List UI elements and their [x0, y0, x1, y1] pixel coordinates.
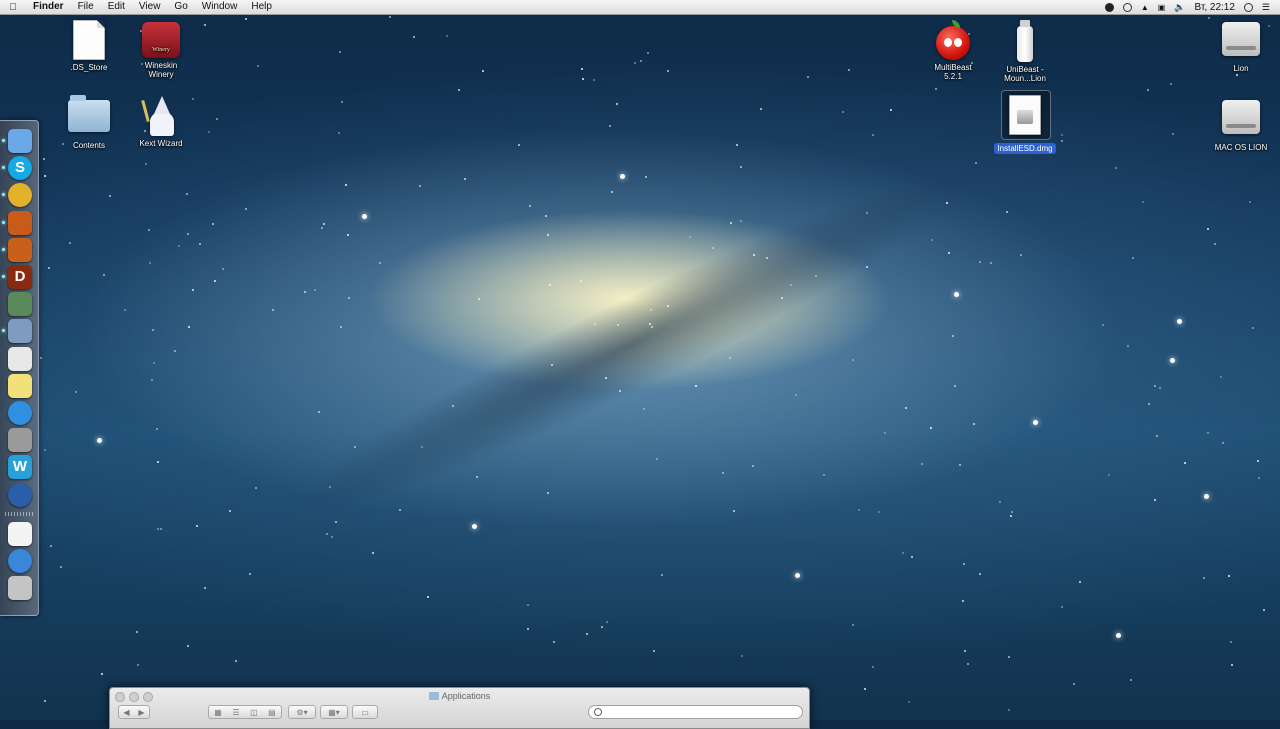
list-view-icon[interactable]: ☰: [232, 708, 239, 717]
window-title-text: Applications: [441, 691, 491, 701]
gear-icon: ⚙▾: [296, 707, 308, 717]
forward-icon[interactable]: ▶: [138, 708, 144, 717]
running-indicator: [2, 275, 5, 278]
dock-separator: [5, 511, 33, 516]
dock-item-stickies[interactable]: [8, 373, 32, 398]
window-title: Applications: [110, 691, 809, 701]
dock-item-finder[interactable]: [8, 129, 32, 153]
back-icon[interactable]: ◀: [123, 708, 129, 717]
airplay-icon[interactable]: ▣: [1158, 3, 1166, 12]
desktop-icon-label: Lion: [1233, 64, 1249, 73]
dock-item-system-preferences[interactable]: [8, 428, 32, 453]
desktop-icon-label: MAC OS LION: [1214, 143, 1268, 152]
back-forward-buttons[interactable]: ◀ ▶: [118, 705, 150, 719]
hard-drive-icon: [1222, 22, 1260, 56]
spotlight-icon[interactable]: [1243, 2, 1253, 12]
wineskin-icon: W: [12, 458, 28, 476]
folder-icon: [68, 95, 110, 132]
hard-drive-icon: [1222, 100, 1260, 134]
running-indicator: [2, 166, 5, 170]
dock-item-network[interactable]: [8, 482, 32, 507]
desktop-icon-label: UniBeast - Moun...Lion: [1004, 65, 1046, 83]
list-icon[interactable]: ☰: [1262, 2, 1270, 13]
dock-item-diablo[interactable]: D: [8, 265, 32, 289]
dock: S D W: [0, 120, 39, 616]
volume-icon[interactable]: 🔈: [1174, 2, 1185, 13]
shield-check-icon[interactable]: [1104, 2, 1114, 12]
dock-item-utility[interactable]: [8, 292, 32, 317]
icon-view-icon[interactable]: ▦: [214, 708, 222, 717]
running-indicator: [2, 220, 5, 224]
disk-image-icon: [1009, 95, 1041, 135]
view-mode-buttons: ▦ ☰ ◫ ▤: [208, 705, 282, 719]
cover-flow-icon[interactable]: ▤: [268, 708, 276, 717]
dock-item-chrome[interactable]: [8, 183, 32, 208]
arrange-menu-button[interactable]: ▦▾: [320, 705, 348, 719]
search-icon: [594, 708, 602, 716]
wineskin-winery-icon: Winery: [142, 22, 180, 58]
desktop-icon-kext-wizard[interactable]: Kext Wizard: [124, 96, 198, 148]
dock-item-document[interactable]: [8, 521, 32, 546]
arrange-icon: ▦▾: [328, 707, 340, 717]
running-indicator: [2, 193, 5, 197]
menu-edit[interactable]: Edit: [101, 0, 132, 14]
folder-icon: [428, 692, 439, 700]
desktop-icon-contents[interactable]: Contents: [52, 95, 126, 150]
dock-item-textedit[interactable]: [8, 346, 32, 371]
search-input[interactable]: [603, 706, 793, 718]
menu-go[interactable]: Go: [167, 0, 194, 14]
search-field[interactable]: [588, 705, 803, 719]
desktop-icon-label: InstallESD.dmg: [994, 143, 1056, 154]
dock-item-app-store[interactable]: [8, 401, 32, 425]
desktop-icon-installesd[interactable]: InstallESD.dmg: [988, 95, 1062, 154]
desktop-icon-label: MultiBeast 5.2.1: [934, 63, 972, 81]
winery-badge: Winery: [152, 47, 170, 53]
dock-item-wineskin[interactable]: W: [8, 455, 32, 480]
skype-icon: S: [14, 159, 25, 177]
share-button[interactable]: ▭: [352, 705, 378, 719]
desktop-icon-label: Kext Wizard: [139, 139, 183, 148]
kext-wizard-icon: [141, 96, 180, 136]
desktop-icon-lion[interactable]: Lion: [1204, 22, 1278, 73]
dock-item-skype[interactable]: S: [8, 156, 32, 181]
dock-item-preview[interactable]: [8, 319, 32, 344]
menu-view[interactable]: View: [132, 0, 168, 14]
desktop-icon-multibeast[interactable]: MultiBeast 5.2.1: [916, 20, 990, 81]
desktop-icon-label: Contents: [72, 141, 106, 150]
document-icon: [73, 20, 105, 60]
action-menu-button[interactable]: ⚙▾: [288, 705, 316, 719]
dock-item-trash[interactable]: [8, 576, 32, 601]
eject-icon[interactable]: ▲: [1141, 3, 1149, 12]
menu-bar:  Finder File Edit View Go Window Help ▲…: [0, 0, 1280, 15]
desktop-icon-wineskin-winery[interactable]: Winery Wineskin Winery: [124, 22, 198, 79]
usb-drive-icon: [1017, 20, 1033, 62]
running-indicator: [2, 247, 5, 251]
dock-item-game-2[interactable]: [8, 237, 32, 262]
desktop-icon-mac-os-lion[interactable]: MAC OS LION: [1204, 100, 1278, 152]
desktop-icon-label: .DS_Store: [70, 63, 108, 72]
desktop-icon-ds-store[interactable]: .DS_Store: [52, 20, 126, 72]
column-view-icon[interactable]: ◫: [250, 708, 258, 717]
menu-file[interactable]: File: [71, 0, 101, 14]
share-icon: ▭: [361, 707, 369, 717]
desktop-icon-unibeast[interactable]: UniBeast - Moun...Lion: [988, 20, 1062, 83]
multibeast-icon: [936, 20, 970, 60]
dock-item-game-1[interactable]: [8, 210, 32, 235]
apple-menu-icon[interactable]: : [0, 2, 26, 13]
menu-clock[interactable]: Вт, 22:12: [1195, 2, 1235, 13]
finder-window: Applications ◀ ▶ ▦ ☰ ◫ ▤ ⚙▾ ▦▾ ▭: [109, 687, 810, 729]
dock-item-applications-stack[interactable]: [8, 549, 32, 573]
menu-finder[interactable]: Finder: [26, 0, 71, 14]
diablo-icon: D: [14, 268, 26, 285]
menu-help[interactable]: Help: [244, 0, 279, 14]
menu-window[interactable]: Window: [195, 0, 245, 14]
running-indicator: [2, 139, 5, 142]
time-machine-icon[interactable]: [1122, 2, 1132, 12]
running-indicator: [2, 329, 5, 333]
desktop-icon-label: Wineskin Winery: [144, 61, 178, 79]
